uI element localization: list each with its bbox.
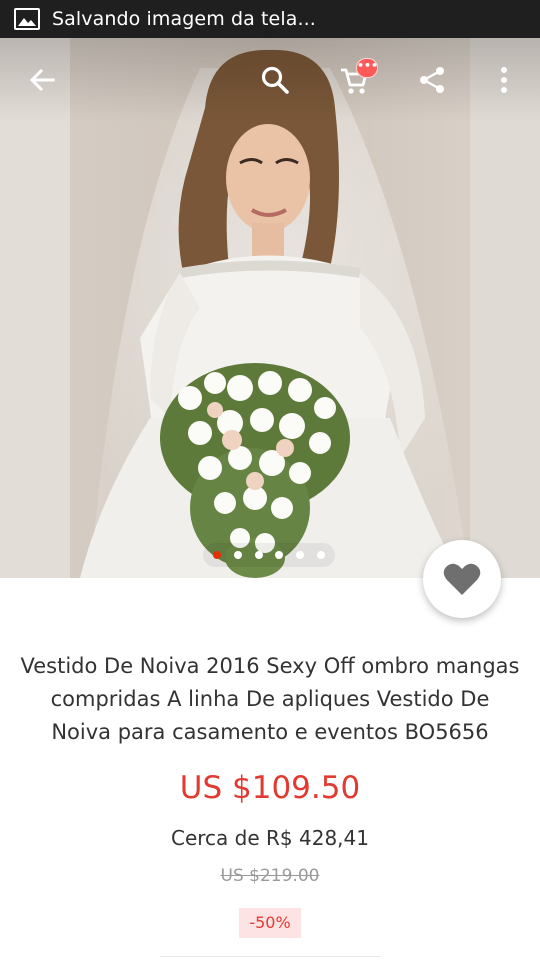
cart-badge: ••• xyxy=(356,58,378,78)
image-icon xyxy=(14,8,40,30)
divider xyxy=(160,956,380,957)
gallery-pagination xyxy=(203,543,335,567)
page-dot[interactable] xyxy=(254,551,263,559)
back-button[interactable] xyxy=(18,56,66,104)
cart-button[interactable]: ••• xyxy=(330,56,378,104)
more-options-button[interactable] xyxy=(480,56,528,104)
approx-local-price: Cerca de R$ 428,41 xyxy=(171,826,369,850)
search-icon xyxy=(261,66,289,94)
share-icon xyxy=(420,67,444,93)
page-dot[interactable] xyxy=(295,551,304,559)
search-button[interactable] xyxy=(251,56,299,104)
discount-badge: -50% xyxy=(239,908,301,938)
product-title: Vestido De Noiva 2016 Sexy Off ombro man… xyxy=(20,654,520,744)
arrow-left-icon xyxy=(29,68,55,92)
share-button[interactable] xyxy=(408,56,456,104)
wishlist-button[interactable] xyxy=(423,540,501,618)
product-price: US $109.50 xyxy=(179,770,361,806)
status-bar: Salvando imagem da tela... xyxy=(0,0,540,38)
page-dot[interactable] xyxy=(316,551,325,559)
more-vert-icon xyxy=(501,67,507,93)
page-dot[interactable] xyxy=(233,551,242,559)
page-dot[interactable] xyxy=(213,551,222,559)
status-notification-text: Salvando imagem da tela... xyxy=(52,8,316,30)
top-toolbar: ••• xyxy=(0,38,540,122)
heart-icon xyxy=(443,563,481,595)
original-price: US $219.00 xyxy=(220,866,320,886)
page-dot[interactable] xyxy=(275,551,284,559)
